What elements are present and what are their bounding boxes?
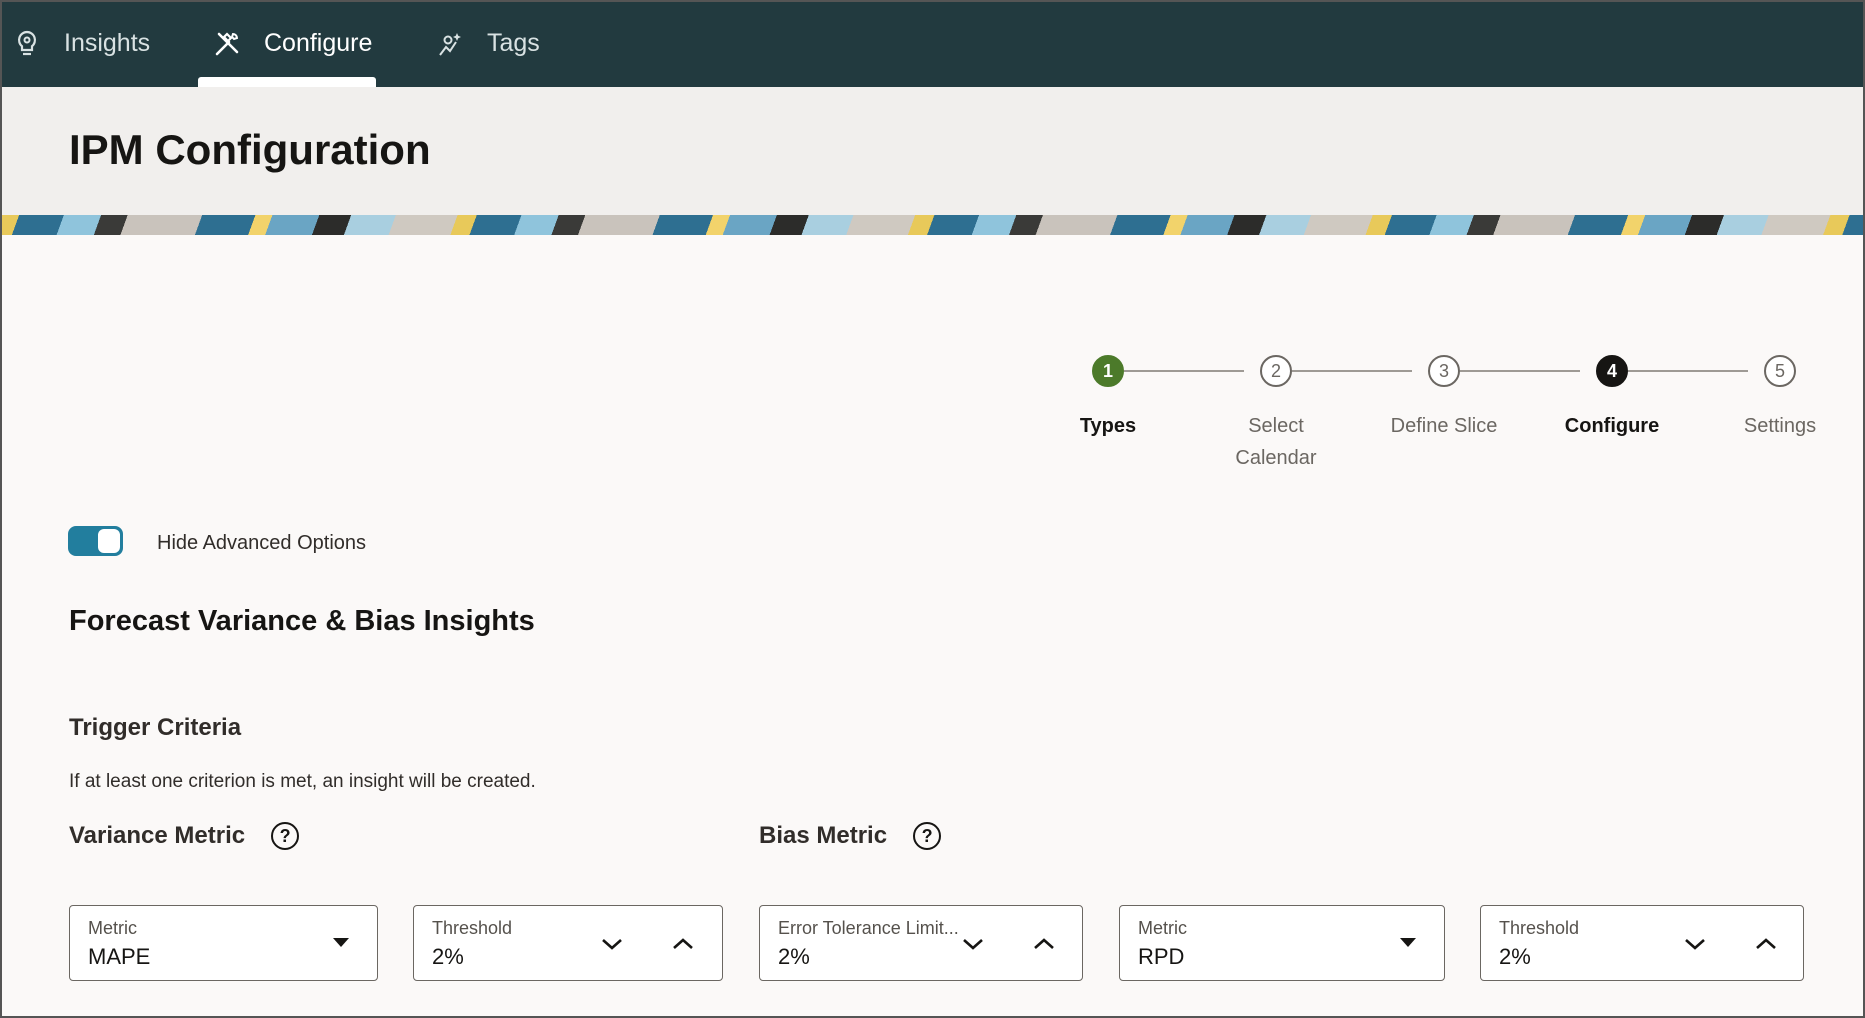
variance-threshold-input[interactable]: Threshold 2%	[413, 905, 723, 981]
trigger-criteria-title: Trigger Criteria	[69, 714, 242, 741]
page-title: IPM Configuration	[69, 126, 431, 173]
step-1-label[interactable]: Types	[1043, 410, 1173, 442]
nav-tab-label: Tags	[487, 29, 540, 57]
step-3-label[interactable]: Define Slice	[1379, 410, 1509, 442]
nav-tab-label: Insights	[64, 29, 151, 57]
field-value: MAPE	[88, 944, 151, 969]
step-connector	[1124, 370, 1244, 372]
sparkle-person-icon	[435, 29, 465, 59]
step-5-circle[interactable]: 5	[1764, 355, 1796, 387]
variance-metric-select[interactable]: Metric MAPE	[69, 905, 378, 981]
hide-advanced-options-toggle[interactable]	[68, 526, 123, 556]
step-5-label[interactable]: Settings	[1715, 410, 1845, 442]
error-tolerance-limit-input[interactable]: Error Tolerance Limit... 2%	[759, 905, 1083, 981]
step-label-line: Calendar	[1235, 447, 1317, 469]
step-4-label[interactable]: Configure	[1547, 410, 1677, 442]
field-value: 2%	[1499, 944, 1531, 969]
field-label: Error Tolerance Limit...	[778, 918, 959, 938]
decrement-chevron-down-icon[interactable]	[598, 930, 626, 958]
variance-help-icon[interactable]: ?	[271, 822, 300, 850]
bias-metric-title: Bias Metric	[759, 822, 888, 849]
step-2-circle[interactable]: 2	[1260, 355, 1292, 387]
nav-tab-tags[interactable]: Tags	[435, 0, 540, 87]
field-label: Metric	[1138, 918, 1187, 938]
lightbulb-icon	[12, 29, 42, 59]
decrement-chevron-down-icon[interactable]	[959, 930, 987, 958]
decrement-chevron-down-icon[interactable]	[1681, 930, 1709, 958]
step-4-circle[interactable]: 4	[1596, 355, 1628, 387]
step-connector	[1292, 370, 1412, 372]
step-label-line: Define Slice	[1390, 415, 1498, 437]
variance-metric-heading: Variance Metric ?	[69, 822, 300, 850]
step-label-line: Types	[1079, 415, 1137, 437]
step-connector	[1628, 370, 1748, 372]
field-label: Threshold	[432, 918, 513, 938]
variance-metric-title: Variance Metric	[69, 822, 246, 849]
step-connector	[1460, 370, 1580, 372]
toggle-knob	[98, 529, 120, 553]
trigger-criteria-description: If at least one criterion is met, an ins…	[69, 771, 536, 792]
step-label-line: Settings	[1743, 415, 1817, 437]
nav-tab-insights[interactable]: Insights	[12, 0, 150, 87]
step-label-line: Select	[1248, 415, 1304, 437]
increment-chevron-up-icon[interactable]	[669, 930, 697, 958]
field-label: Threshold	[1499, 918, 1580, 938]
step-label-line: Configure	[1564, 415, 1660, 437]
step-3-circle[interactable]: 3	[1428, 355, 1460, 387]
field-label: Metric	[88, 918, 137, 938]
increment-chevron-up-icon[interactable]	[1030, 930, 1058, 958]
bias-metric-select[interactable]: Metric RPD	[1119, 905, 1445, 981]
section-title: Forecast Variance & Bias Insights	[69, 605, 535, 637]
step-1-circle[interactable]: 1	[1092, 355, 1124, 387]
nav-tab-label: Configure	[264, 29, 373, 57]
field-value: 2%	[778, 944, 810, 969]
field-value: 2%	[432, 944, 464, 969]
step-2-label[interactable]: Select Calendar	[1211, 410, 1341, 474]
bias-threshold-input[interactable]: Threshold 2%	[1480, 905, 1804, 981]
nav-tab-configure[interactable]: Configure	[197, 0, 377, 87]
decorative-banner	[0, 215, 1865, 235]
bias-help-icon[interactable]: ?	[913, 822, 942, 850]
field-value: RPD	[1138, 944, 1185, 969]
bias-metric-heading: Bias Metric ?	[759, 822, 942, 850]
hide-advanced-options-label: Hide Advanced Options	[157, 532, 367, 554]
caret-down-icon[interactable]	[333, 938, 349, 947]
tools-icon	[212, 29, 242, 59]
caret-down-icon[interactable]	[1400, 938, 1416, 947]
increment-chevron-up-icon[interactable]	[1752, 930, 1780, 958]
top-nav: Insights Configure Tags	[0, 0, 1865, 87]
